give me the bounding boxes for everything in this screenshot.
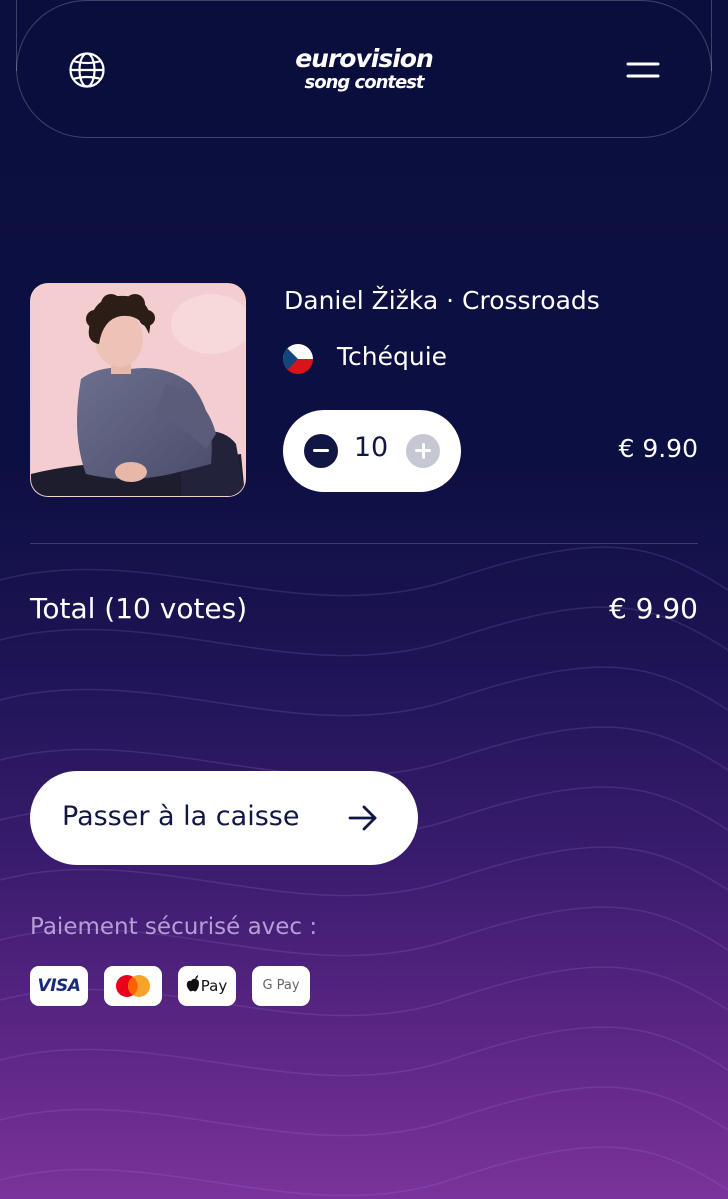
logo-line1: eurovision	[295, 44, 434, 73]
logo-line2: song contest	[304, 72, 424, 93]
visa-label: VISA	[37, 976, 81, 996]
mastercard-logo	[104, 966, 162, 1006]
country-name: Tchéquie	[337, 342, 448, 371]
globe-icon[interactable]	[67, 50, 107, 90]
apple-pay-label: Pay	[200, 977, 228, 995]
divider	[30, 543, 698, 544]
eurovision-logo[interactable]: eurovision song contest	[289, 44, 439, 100]
checkout-label: Passer à la caisse	[62, 801, 300, 832]
total-label: Total (10 votes)	[30, 592, 248, 625]
google-pay-logo: G Pay	[252, 966, 310, 1006]
quantity-value: 10	[353, 432, 389, 463]
song-title: Daniel Žižka · Crossroads	[284, 286, 600, 315]
apple-pay-logo: Pay	[178, 966, 236, 1006]
visa-logo: VISA	[30, 966, 88, 1006]
decrease-quantity-button[interactable]	[304, 434, 338, 468]
google-pay-label: G Pay	[262, 978, 300, 993]
quantity-stepper: 10	[283, 410, 461, 492]
secure-payment-text: Paiement sécurisé avec :	[30, 914, 318, 940]
czech-flag-icon	[283, 344, 313, 374]
hamburger-menu-icon[interactable]	[625, 56, 661, 84]
top-navigation-bar: eurovision song contest	[16, 0, 712, 138]
arrow-right-icon	[348, 805, 377, 831]
increase-quantity-button[interactable]	[406, 434, 440, 468]
item-price: € 9.90	[618, 434, 698, 463]
checkout-button[interactable]: Passer à la caisse	[30, 771, 418, 865]
artist-photo	[30, 283, 246, 497]
total-value: € 9.90	[608, 592, 698, 625]
